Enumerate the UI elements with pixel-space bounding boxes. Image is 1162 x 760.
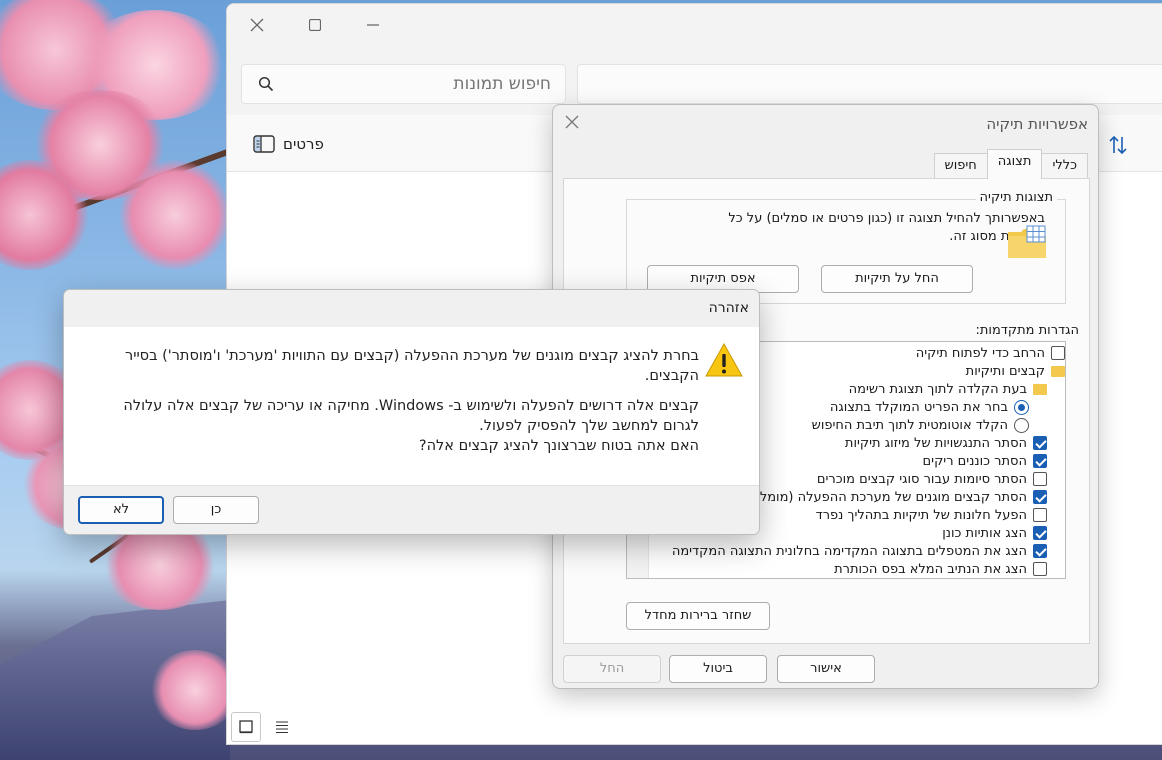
checkbox-checked[interactable] <box>1033 454 1047 468</box>
close-icon <box>565 115 579 129</box>
advanced-setting-label: הסתר סיומות עבור סוגי קבצים מוכרים <box>816 471 1027 487</box>
minimize-icon <box>367 24 379 26</box>
search-box[interactable] <box>241 64 566 104</box>
advanced-setting-label: הסתר התנגשויות של מיזוג תיקיות <box>844 435 1027 451</box>
ok-button[interactable]: אישור <box>777 655 875 683</box>
sort-icon[interactable] <box>1107 134 1129 156</box>
maximize-window-button[interactable] <box>295 10 335 40</box>
no-button[interactable]: לא <box>78 496 164 524</box>
advanced-setting-item[interactable]: בחר את הפריט המוקלד בתצוגה <box>830 398 1029 416</box>
apply-to-folders-button[interactable]: החל על תיקיות <box>821 265 973 293</box>
wallpaper-blossom <box>120 160 230 270</box>
advanced-setting-label: קבצים ותיקיות <box>965 363 1045 379</box>
advanced-setting-label: הרחב כדי לפתוח תיקיה <box>915 345 1045 361</box>
advanced-setting-item[interactable]: הצג את הנתיב המלא בפס הכותרת <box>834 560 1047 578</box>
warning-message-line: קבצים אלה דרושים להפעלה ולשימוש ב- Windo… <box>123 398 699 434</box>
advanced-setting-item[interactable]: הסתר קבצים מוגנים של מערכת ההפעלה (מומלץ… <box>748 488 1047 506</box>
advanced-setting-label: הסתר כוננים ריקים <box>922 453 1027 469</box>
advanced-setting-item[interactable]: הצג את המטפלים בתצוגה המקדימה בחלונית הת… <box>672 542 1047 560</box>
advanced-setting-item[interactable]: הקלד אוטומטית לתוך תיבת החיפוש <box>812 416 1029 434</box>
checkbox-unchecked[interactable] <box>1033 562 1047 576</box>
advanced-setting-item[interactable]: הרחב כדי לפתוח תיקיה <box>916 344 1065 362</box>
tab-general[interactable]: כללי <box>1041 153 1088 179</box>
wallpaper-blossom <box>150 650 230 730</box>
advanced-setting-item[interactable]: הסתר כוננים ריקים <box>923 452 1047 470</box>
checkbox-checked[interactable] <box>1033 526 1047 540</box>
folder-options-title: אפשרויות תיקיה <box>986 115 1088 133</box>
advanced-setting-label: הצג את המטפלים בתצוגה המקדימה בחלונית הת… <box>671 543 1027 559</box>
list-view-icon <box>276 721 288 734</box>
folder-options-close-button[interactable] <box>565 113 579 134</box>
close-window-button[interactable] <box>237 10 277 40</box>
folder-icon <box>1033 383 1047 395</box>
advanced-setting-item: קבצים ותיקיות <box>966 362 1065 380</box>
search-input[interactable] <box>291 74 551 94</box>
warning-message-line: בחרת להציג קבצים מוגנים של מערכת ההפעלה … <box>125 348 699 384</box>
restore-defaults-button[interactable]: שחזר ברירות מחדל <box>626 602 770 630</box>
advanced-setting-item[interactable]: הסתר התנגשויות של מיזוג תיקיות <box>845 434 1047 452</box>
folder-view-icon <box>1008 225 1046 258</box>
checkbox-checked[interactable] <box>1033 490 1047 504</box>
photos-titlebar <box>227 4 1162 48</box>
thumbnail-view-icon <box>239 720 253 734</box>
tab-search[interactable]: חיפוש <box>933 153 988 179</box>
warning-message-line: האם אתה בטוח שברצונך להציג קבצים אלה? <box>418 438 699 454</box>
warning-icon <box>705 342 743 377</box>
details-pane-icon <box>253 135 275 153</box>
advanced-setting-label: הקלד אוטומטית לתוך תיבת החיפוש <box>811 417 1008 433</box>
minimize-window-button[interactable] <box>353 10 393 40</box>
details-pane-button[interactable]: פרטים <box>253 135 324 153</box>
details-label: פרטים <box>283 135 324 153</box>
checkbox-unchecked[interactable] <box>1033 508 1047 522</box>
folder-views-description: באפשרותך להחיל תצוגה זו (כגון פרטים או ס… <box>728 211 1045 244</box>
maximize-icon <box>309 19 321 31</box>
yes-button[interactable]: כן <box>173 496 259 524</box>
radio-selected[interactable] <box>1014 399 1029 415</box>
cancel-button[interactable]: ביטול <box>669 655 767 683</box>
folder-options-tabs: כללי תצוגה חיפוש <box>933 149 1088 179</box>
folder-views-legend: תצוגות תיקיה <box>975 190 1057 205</box>
advanced-setting-item[interactable]: הפעל חלונות של תיקיות בתהליך נפרד <box>816 506 1047 524</box>
radio-unselected[interactable] <box>1014 417 1029 433</box>
checkbox-checked[interactable] <box>1033 544 1047 558</box>
folder-icon <box>1051 365 1065 377</box>
checkbox-unchecked[interactable] <box>1033 472 1047 486</box>
view-switcher <box>231 712 297 742</box>
apply-button[interactable]: החל <box>563 655 661 683</box>
list-view-button[interactable] <box>267 712 297 742</box>
search-icon[interactable] <box>258 76 274 92</box>
advanced-setting-label: הצג אותיות כונן <box>942 525 1027 541</box>
tab-view[interactable]: תצוגה <box>986 149 1043 179</box>
checkbox-unchecked[interactable] <box>1051 346 1065 360</box>
advanced-settings-label: הגדרות מתקדמות: <box>975 323 1080 338</box>
warning-title: אזהרה <box>64 290 759 327</box>
warning-dialog: אזהרה בחרת להציג קבצים מוגנים של מערכת ה… <box>63 289 760 535</box>
advanced-setting-label: בחר את הפריט המוקלד בתצוגה <box>829 399 1008 415</box>
advanced-setting-label: הצג את הנתיב המלא בפס הכותרת <box>834 561 1027 577</box>
advanced-setting-label: הפעל חלונות של תיקיות בתהליך נפרד <box>815 507 1027 523</box>
warning-footer: לא כן <box>64 485 759 534</box>
advanced-setting-label: בעת הקלדה לתוך תצוגת רשימה <box>848 381 1027 397</box>
checkbox-checked[interactable] <box>1033 436 1047 450</box>
advanced-setting-item[interactable]: הצג אותיות כונן <box>942 524 1047 542</box>
address-bar[interactable] <box>577 64 1162 104</box>
advanced-setting-label: הסתר קבצים מוגנים של מערכת ההפעלה (מומלץ… <box>747 489 1027 505</box>
advanced-setting-item: בעת הקלדה לתוך תצוגת רשימה <box>849 380 1047 398</box>
advanced-setting-item[interactable]: הסתר סיומות עבור סוגי קבצים מוכרים <box>817 470 1047 488</box>
warning-message: בחרת להציג קבצים מוגנים של מערכת ההפעלה … <box>89 346 699 456</box>
thumbnail-view-button[interactable] <box>231 712 261 742</box>
close-icon <box>250 18 264 32</box>
